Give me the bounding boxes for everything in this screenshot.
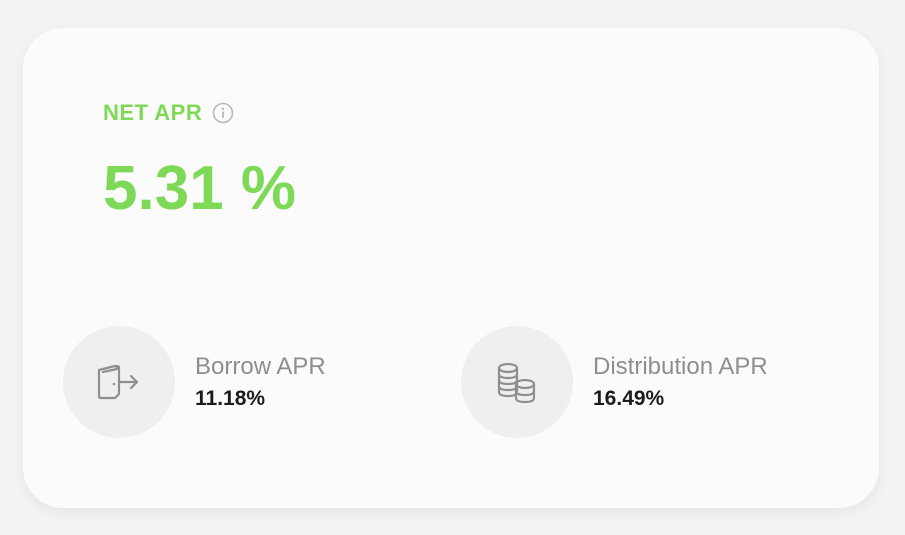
distribution-apr-label: Distribution APR xyxy=(593,353,768,380)
distribution-apr-text: Distribution APR 16.49% xyxy=(593,353,768,411)
coins-icon-circle xyxy=(461,326,573,438)
net-apr-header: NET APR xyxy=(103,100,234,126)
coins-icon xyxy=(497,362,536,404)
net-apr-card: NET APR 5.31 % Borrow APR 11.18% Distrib… xyxy=(23,28,879,508)
net-apr-value: 5.31 % xyxy=(103,154,297,223)
borrow-apr-label: Borrow APR xyxy=(195,353,326,380)
borrow-apr-stat: Borrow APR 11.18% xyxy=(63,326,326,438)
info-icon[interactable] xyxy=(212,102,234,124)
distribution-apr-value: 16.49% xyxy=(593,387,665,410)
borrow-icon-circle xyxy=(63,326,175,438)
borrow-icon xyxy=(97,364,139,400)
borrow-apr-text: Borrow APR 11.18% xyxy=(195,353,326,411)
borrow-apr-value: 11.18% xyxy=(195,387,266,410)
net-apr-label: NET APR xyxy=(103,100,203,125)
distribution-apr-stat: Distribution APR 16.49% xyxy=(461,326,768,438)
